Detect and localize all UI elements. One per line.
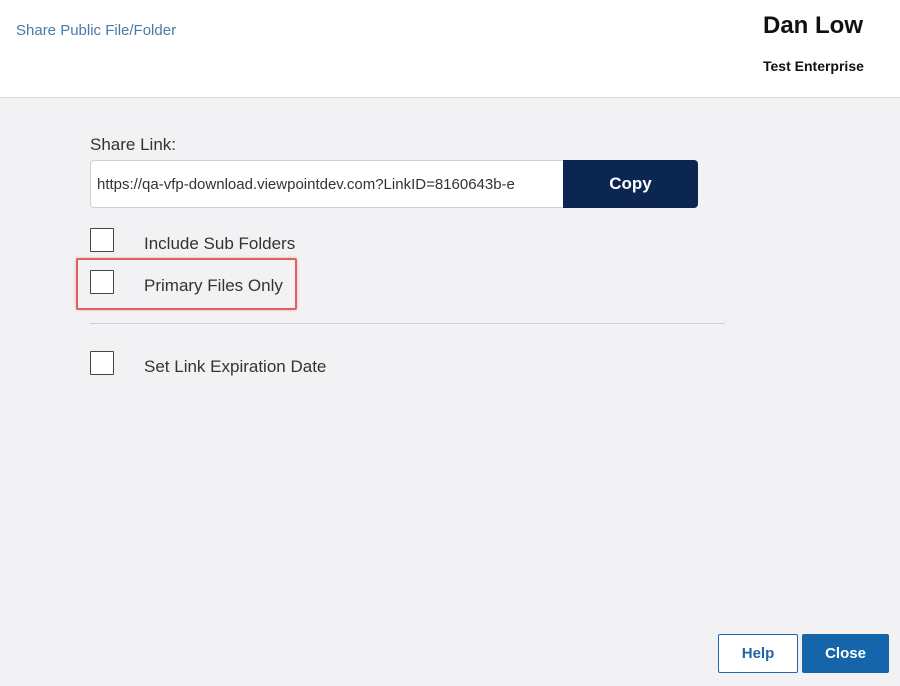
set-link-expiration-label[interactable]: Set Link Expiration Date <box>144 357 326 377</box>
section-divider <box>90 323 725 324</box>
include-sub-folders-label[interactable]: Include Sub Folders <box>144 234 295 254</box>
primary-files-only-checkbox[interactable] <box>90 270 114 294</box>
share-link-input[interactable] <box>90 160 564 208</box>
share-link-label: Share Link: <box>90 135 176 154</box>
page-title[interactable]: Share Public File/Folder <box>16 22 176 39</box>
primary-files-only-label[interactable]: Primary Files Only <box>144 276 283 296</box>
enterprise-name: Test Enterprise <box>763 58 864 74</box>
help-button[interactable]: Help <box>718 634 798 673</box>
page-header: Share Public File/Folder Dan Low Test En… <box>0 0 900 98</box>
copy-button[interactable]: Copy <box>563 160 698 208</box>
include-sub-folders-checkbox[interactable] <box>90 228 114 252</box>
user-name: Dan Low <box>763 12 863 39</box>
close-button[interactable]: Close <box>802 634 889 673</box>
set-link-expiration-checkbox[interactable] <box>90 351 114 375</box>
